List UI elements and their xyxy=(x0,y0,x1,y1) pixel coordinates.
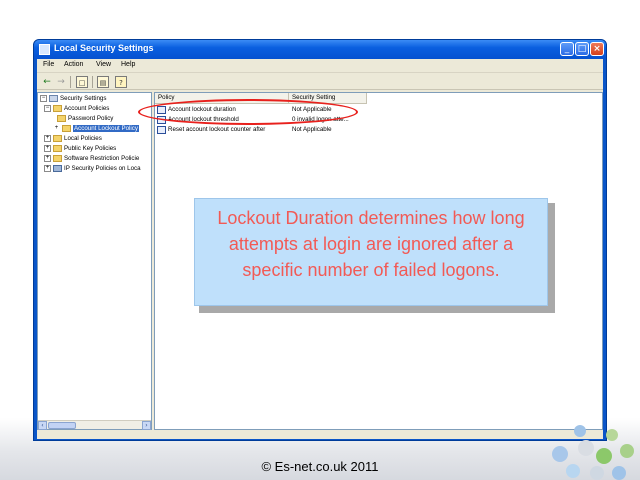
expand-icon[interactable]: + xyxy=(53,125,60,132)
status-bar xyxy=(37,431,603,439)
tree-item-ip-security-policies[interactable]: + IP Security Policies on Loca xyxy=(44,165,141,175)
export-list-icon[interactable]: ▤ xyxy=(97,76,109,88)
decorative-dot xyxy=(578,440,594,456)
forward-arrow-icon[interactable]: → xyxy=(55,76,67,88)
tree-item-label: IP Security Policies on Loca xyxy=(64,165,141,172)
explanation-callout: Lockout Duration determines how long att… xyxy=(194,198,548,306)
back-arrow-icon[interactable]: ← xyxy=(41,76,53,88)
tree-item-account-policies[interactable]: − Account Policies xyxy=(44,105,109,115)
policy-icon xyxy=(157,126,166,134)
tree-item-label: Public Key Policies xyxy=(64,145,117,152)
window-title: Local Security Settings xyxy=(54,43,154,53)
tree-item-label: Local Policies xyxy=(64,135,102,142)
expand-icon[interactable]: + xyxy=(44,145,51,152)
tree-horizontal-scrollbar[interactable]: ‹ › xyxy=(38,420,151,430)
decorative-dot xyxy=(566,464,580,478)
decorative-dot xyxy=(596,448,612,464)
folder-icon xyxy=(62,125,71,132)
minimize-button[interactable]: _ xyxy=(560,42,574,56)
tree-item-local-policies[interactable]: + Local Policies xyxy=(44,135,102,145)
policy-setting: Not Applicable xyxy=(292,126,332,133)
toolbar: ← → □ ▤ ? xyxy=(37,74,603,90)
toolbar-separator xyxy=(92,76,93,88)
decorative-dot xyxy=(620,444,634,458)
annotation-ellipse xyxy=(138,99,358,125)
tree-item-label: Account Lockout Policy xyxy=(73,125,139,132)
policy-name: Reset account lockout counter after xyxy=(168,126,266,133)
collapse-icon[interactable]: − xyxy=(40,95,47,102)
expand-icon[interactable]: + xyxy=(44,135,51,142)
folder-icon xyxy=(53,145,62,152)
help-icon[interactable]: ? xyxy=(115,76,127,88)
policy-row-reset-counter[interactable]: Reset account lockout counter after Not … xyxy=(155,125,602,135)
scroll-left-icon[interactable]: ‹ xyxy=(38,421,47,430)
menu-help[interactable]: Help xyxy=(121,61,135,68)
decorative-dot xyxy=(590,466,604,480)
collapse-icon[interactable]: − xyxy=(44,105,51,112)
maximize-button[interactable]: □ xyxy=(575,42,589,56)
decorative-dot xyxy=(552,446,568,462)
callout-text: Lockout Duration determines how long att… xyxy=(217,208,525,280)
menu-view[interactable]: View xyxy=(96,61,111,68)
folder-icon xyxy=(53,155,62,162)
tree-item-account-lockout-policy[interactable]: + Account Lockout Policy xyxy=(53,125,139,135)
tree-item-label: Security Settings xyxy=(60,95,107,102)
menu-file[interactable]: File xyxy=(43,61,54,68)
menu-bar: File Action View Help xyxy=(37,59,603,73)
folder-icon xyxy=(57,115,66,122)
scrollbar-thumb[interactable] xyxy=(48,422,76,429)
toolbar-separator xyxy=(70,76,71,88)
tree-item-label: Software Restriction Policie xyxy=(64,155,140,162)
menu-action[interactable]: Action xyxy=(64,61,83,68)
decorative-dot xyxy=(606,429,618,441)
tree-pane[interactable]: − Security Settings − Account Policies Pas… xyxy=(37,92,152,430)
close-button[interactable]: × xyxy=(590,42,604,56)
folder-icon xyxy=(53,135,62,142)
up-folder-icon[interactable]: □ xyxy=(76,76,88,88)
decorative-dot xyxy=(612,466,626,480)
expand-icon[interactable]: + xyxy=(44,165,51,172)
expand-icon[interactable]: + xyxy=(44,155,51,162)
tree-item-public-key-policies[interactable]: + Public Key Policies xyxy=(44,145,116,155)
slide: Local Security Settings _ □ × File Actio… xyxy=(0,0,640,480)
folder-icon xyxy=(53,105,62,112)
security-settings-icon xyxy=(49,95,58,102)
decorative-dot xyxy=(574,425,586,437)
copyright-footer: © Es-net.co.uk 2011 xyxy=(261,459,379,474)
app-icon xyxy=(39,44,50,55)
tree-item-software-restriction-policies[interactable]: + Software Restriction Policie xyxy=(44,155,139,165)
ip-security-icon xyxy=(53,165,62,172)
tree-item-label: Password Policy xyxy=(68,115,114,122)
title-bar[interactable]: Local Security Settings _ □ × xyxy=(34,40,606,59)
tree-item-password-policy[interactable]: Password Policy xyxy=(57,115,113,125)
scroll-right-icon[interactable]: › xyxy=(142,421,151,430)
tree-item-label: Account Policies xyxy=(64,105,110,112)
tree-item-security-settings[interactable]: − Security Settings xyxy=(40,95,106,105)
